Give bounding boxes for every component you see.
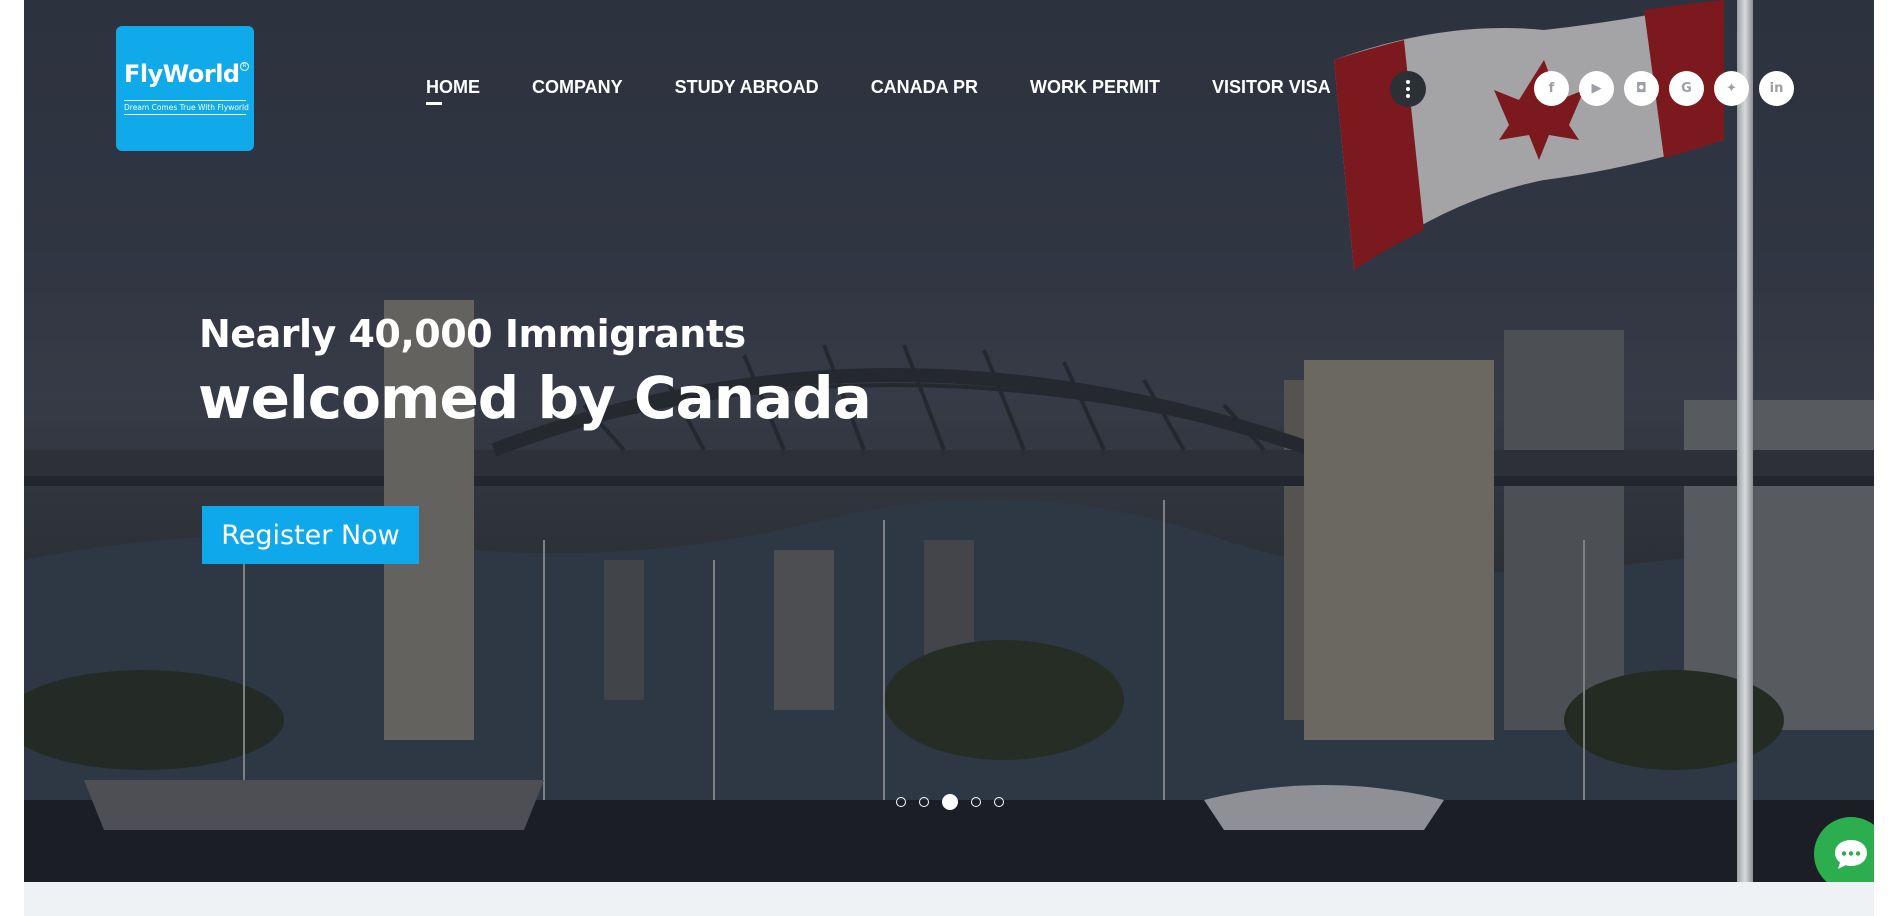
logo-name: FlyWorld bbox=[124, 60, 240, 88]
nav-item-visitor-visa[interactable]: VISITOR VISA bbox=[1212, 77, 1331, 98]
main-nav: HOME COMPANY STUDY ABROAD CANADA PR WORK… bbox=[426, 77, 1383, 105]
youtube-icon[interactable]: ▶ bbox=[1579, 71, 1614, 106]
registered-mark-icon: R bbox=[240, 62, 249, 71]
social-links: f ▶ ◘ G ✦ in bbox=[1534, 71, 1794, 106]
nav-item-study-abroad[interactable]: STUDY ABROAD bbox=[675, 77, 819, 98]
register-now-button[interactable]: Register Now bbox=[202, 506, 419, 564]
nav-item-work-permit[interactable]: WORK PERMIT bbox=[1030, 77, 1160, 98]
page: FlyWorld R Dream Comes True With Flyworl… bbox=[0, 0, 1892, 916]
slider-dot-3[interactable] bbox=[942, 794, 958, 810]
slider-dots bbox=[896, 794, 1004, 810]
nav-item-company[interactable]: COMPANY bbox=[532, 77, 623, 98]
hero-title: Nearly 40,000 Immigrants bbox=[199, 312, 746, 356]
google-icon[interactable]: G bbox=[1669, 71, 1704, 106]
logo[interactable]: FlyWorld R Dream Comes True With Flyworl… bbox=[116, 26, 254, 151]
logo-tagline: Dream Comes True With Flyworld bbox=[124, 100, 249, 115]
nav-item-canada-pr[interactable]: CANADA PR bbox=[871, 77, 978, 98]
hero-slider: FlyWorld R Dream Comes True With Flyworl… bbox=[24, 0, 1874, 882]
slider-dot-2[interactable] bbox=[919, 797, 929, 807]
nav-item-home[interactable]: HOME bbox=[426, 77, 480, 105]
linkedin-icon[interactable]: in bbox=[1759, 71, 1794, 106]
flag-pole bbox=[1737, 0, 1753, 882]
slider-dot-4[interactable] bbox=[971, 797, 981, 807]
more-vertical-icon[interactable] bbox=[1390, 71, 1426, 107]
hero-heading: welcomed by Canada bbox=[198, 364, 872, 432]
twitter-icon[interactable]: ✦ bbox=[1714, 71, 1749, 106]
slider-dot-1[interactable] bbox=[896, 797, 906, 807]
next-section-strip bbox=[24, 882, 1874, 916]
facebook-icon[interactable]: f bbox=[1534, 71, 1569, 106]
hero-overlay bbox=[24, 0, 1874, 882]
chat-bubble-icon bbox=[1835, 840, 1867, 869]
instagram-icon[interactable]: ◘ bbox=[1624, 71, 1659, 106]
slider-dot-5[interactable] bbox=[994, 797, 1004, 807]
